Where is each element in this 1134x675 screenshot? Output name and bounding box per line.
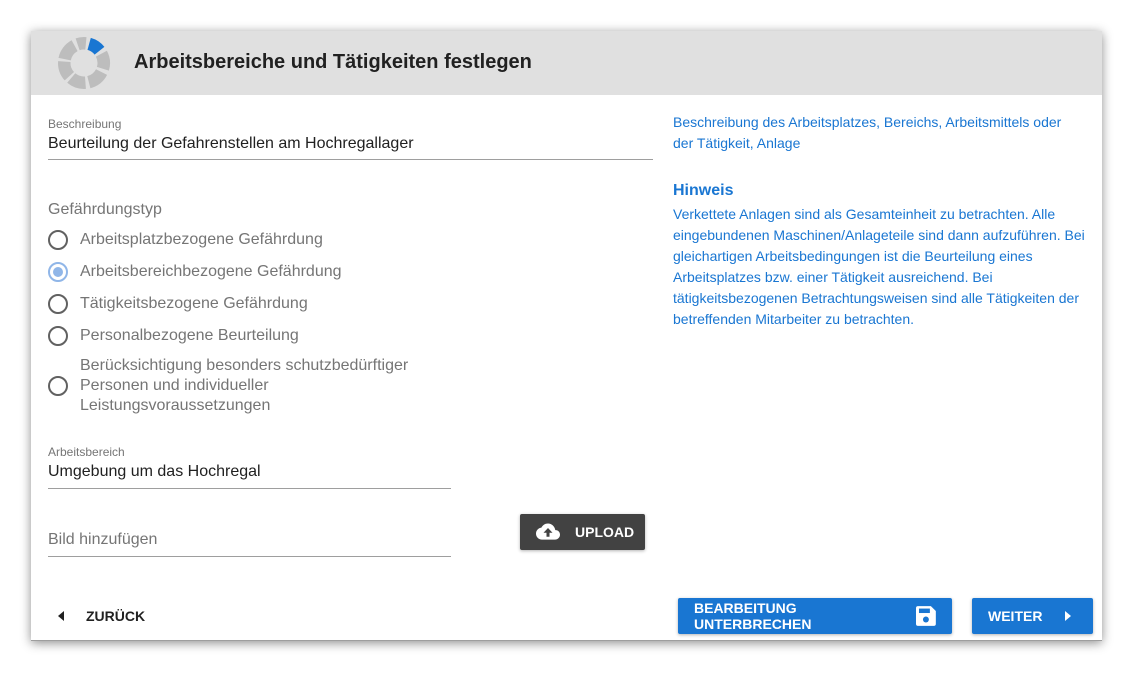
radio-dot — [53, 267, 63, 277]
radio-label: Personalbezogene Beurteilung — [80, 327, 299, 344]
pause-editing-button[interactable]: BEARBEITUNG UNTERBRECHEN — [678, 598, 952, 634]
radio-button[interactable] — [48, 376, 68, 396]
radio-button-selected[interactable] — [48, 262, 68, 282]
page-title: Arbeitsbereiche und Tätigkeiten festlege… — [134, 51, 532, 73]
beschreibung-input[interactable]: Beurteilung der Gefahrenstellen am Hochr… — [48, 135, 414, 153]
hint-title: Hinweis — [673, 182, 734, 199]
segmented-ring-icon — [58, 36, 111, 89]
next-label: WEITER — [988, 608, 1043, 624]
radio-label: Arbeitsplatzbezogene Gefährdung — [80, 231, 323, 248]
arbeitsbereich-input[interactable]: Umgebung um das Hochregal — [48, 463, 261, 481]
radio-label: Tätigkeitsbezogene Gefährdung — [80, 295, 308, 312]
radio-personalbezogen[interactable]: Personalbezogene Beurteilung — [48, 326, 299, 346]
radio-label: Berücksichtigung besonders schutzbedürft… — [80, 357, 409, 414]
beschreibung-label: Beschreibung — [48, 117, 122, 131]
caret-right-icon — [1065, 611, 1071, 621]
back-label: ZURÜCK — [86, 608, 146, 624]
radio-button[interactable] — [48, 326, 68, 346]
hint-text: Verkettete Anlagen sind als Gesamteinhei… — [673, 206, 1085, 327]
caret-left-icon — [58, 611, 64, 621]
radio-taetigkeitsbezogen[interactable]: Tätigkeitsbezogene Gefährdung — [48, 294, 308, 314]
dialog-header: Arbeitsbereiche und Tätigkeiten festlege… — [31, 31, 1102, 95]
radio-button[interactable] — [48, 294, 68, 314]
cloud-upload-icon — [536, 523, 560, 540]
radio-arbeitsbereichbezogen[interactable]: Arbeitsbereichbezogene Gefährdung — [48, 262, 342, 282]
save-icon — [916, 606, 936, 626]
radio-schutzbeduerftige[interactable]: Berücksichtigung besonders schutzbedürft… — [48, 356, 425, 416]
pause-label: BEARBEITUNG UNTERBRECHEN — [694, 600, 812, 632]
radio-arbeitsplatzbezogen[interactable]: Arbeitsplatzbezogene Gefährdung — [48, 230, 323, 250]
bild-underline — [48, 556, 451, 557]
upload-button[interactable]: UPLOAD — [520, 514, 645, 550]
arbeitsbereich-underline — [48, 488, 451, 489]
beschreibung-underline — [48, 159, 653, 160]
radio-label: Arbeitsbereichbezogene Gefährdung — [80, 263, 342, 280]
gefaehrdungstyp-label: Gefährdungstyp — [48, 201, 162, 218]
arbeitsbereich-label: Arbeitsbereich — [48, 445, 125, 459]
back-button[interactable]: ZURÜCK — [58, 601, 145, 631]
dialog-card: Arbeitsbereiche und Tätigkeiten festlege… — [31, 31, 1102, 641]
upload-label: UPLOAD — [575, 524, 635, 540]
next-button[interactable]: WEITER — [972, 598, 1093, 634]
beschreibung-help-text: Beschreibung des Arbeitsplatzes, Bereich… — [673, 114, 1062, 151]
radio-button[interactable] — [48, 230, 68, 250]
bild-input[interactable]: Bild hinzufügen — [48, 531, 157, 549]
